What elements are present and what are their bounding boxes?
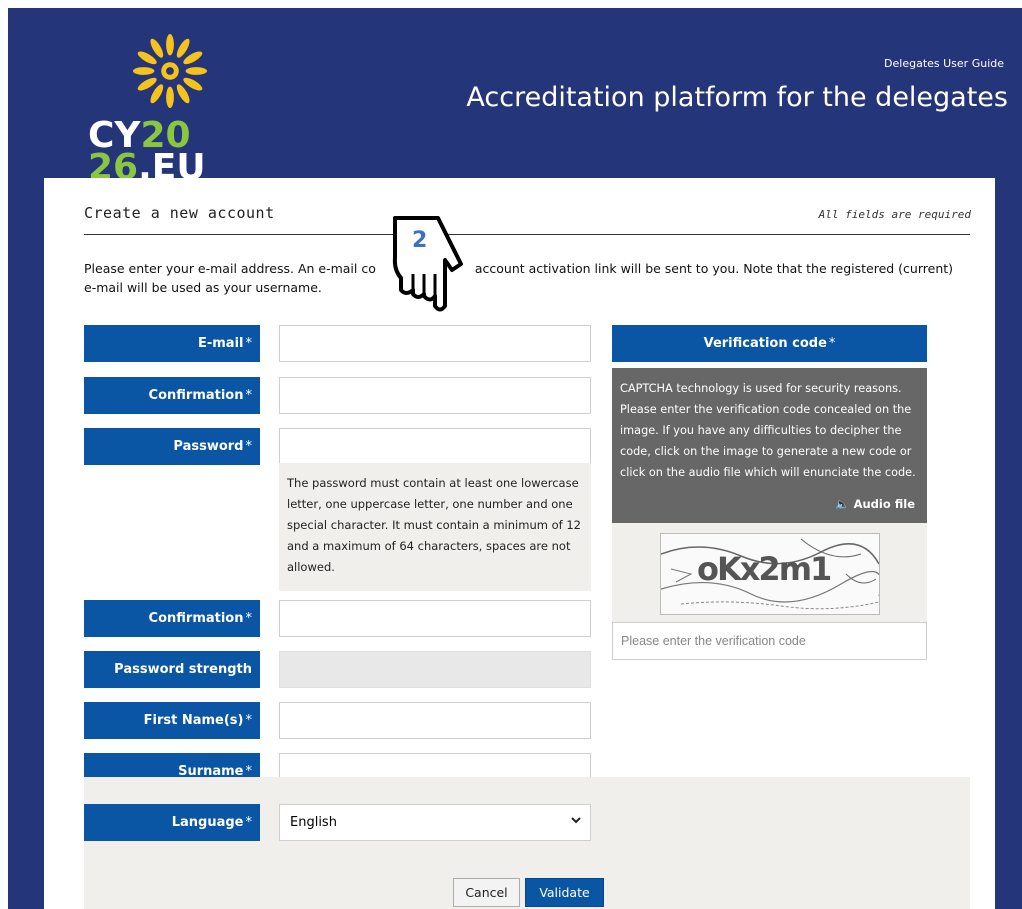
email-field[interactable] — [279, 325, 591, 362]
page-margin — [0, 0, 8, 909]
password-strength-meter — [279, 651, 591, 688]
site-title: Accreditation platform for the delegates — [466, 82, 1008, 113]
email-confirmation-field[interactable] — [279, 377, 591, 414]
language-selected-value: English — [290, 815, 337, 830]
email-confirmation-label: Confirmation * — [84, 377, 260, 414]
title-divider — [84, 234, 970, 235]
language-select[interactable]: English — [279, 804, 591, 841]
captcha-area: oKx2m1 — [612, 523, 927, 623]
intro-text: Please enter your e-mail address. An e-m… — [84, 261, 954, 295]
first-name-field[interactable] — [279, 702, 591, 739]
step-number: 2 — [412, 228, 428, 253]
verification-code-header: Verification code * — [612, 325, 927, 362]
password-label: Password * — [84, 428, 260, 465]
password-confirmation-field[interactable] — [279, 600, 591, 637]
cancel-button[interactable]: Cancel — [453, 878, 520, 907]
user-guide-link[interactable]: Delegates User Guide — [884, 57, 1004, 70]
captcha-help-box: CAPTCHA technology is used for security … — [612, 368, 927, 523]
captcha-help-text: CAPTCHA technology is used for security … — [620, 382, 916, 479]
email-label: E-mail * — [84, 325, 260, 362]
password-field[interactable] — [279, 428, 591, 465]
speaker-icon: 🔈 — [835, 497, 850, 511]
required-fields-note: All fields are required — [818, 208, 971, 221]
chevron-down-icon — [571, 817, 581, 824]
logo-wordmark: CY20 26.EU — [88, 115, 206, 188]
verification-code-input[interactable]: Please enter the verification code — [612, 622, 927, 660]
sun-emblem-icon — [132, 33, 208, 109]
form-title: Create a new account — [84, 204, 275, 222]
captcha-code-text: oKx2m1 — [697, 550, 832, 588]
captcha-image[interactable]: oKx2m1 — [660, 533, 880, 615]
create-account-panel: Create a new account All fields are requ… — [44, 178, 995, 909]
cy2026-logo[interactable]: CY20 26.EU — [48, 30, 218, 186]
language-label: Language * — [84, 804, 260, 841]
password-confirmation-label: Confirmation * — [84, 600, 260, 637]
first-name-label: First Name(s) * — [84, 702, 260, 739]
password-strength-label: Password strength — [84, 651, 260, 688]
pointing-hand-icon: 2 — [390, 214, 464, 314]
validate-button[interactable]: Validate — [525, 878, 604, 907]
audio-file-link[interactable]: 🔈 Audio file — [835, 494, 915, 515]
password-requirements-text: The password must contain at least one l… — [279, 463, 591, 591]
